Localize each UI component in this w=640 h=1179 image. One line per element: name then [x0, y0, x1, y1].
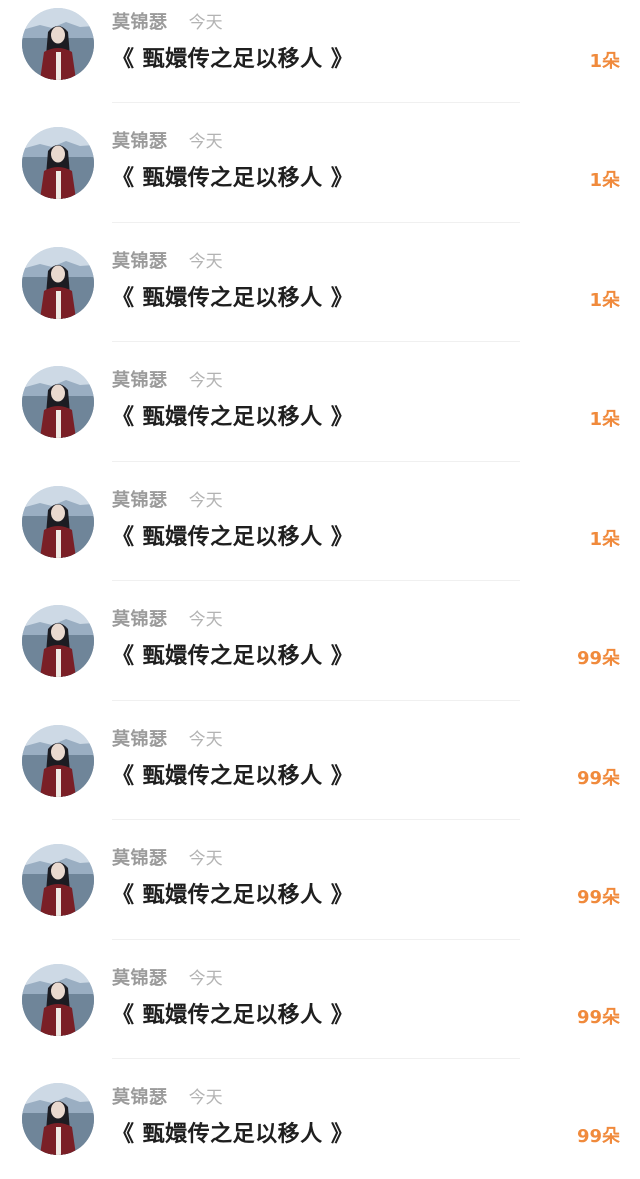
- list-item[interactable]: 莫锦瑟 今天 《 甄嬛传之足以移人 》 1朵: [0, 342, 640, 462]
- avatar-photo-icon: [22, 724, 94, 797]
- gift-count: 1朵: [589, 51, 620, 72]
- timestamp: 今天: [188, 13, 223, 33]
- item-meta: 莫锦瑟 今天: [112, 727, 223, 753]
- gift-count: 99朵: [576, 767, 620, 789]
- avatar-photo-icon: [22, 963, 94, 1036]
- book-title[interactable]: 《 甄嬛传之足以移人 》: [112, 283, 353, 315]
- user-avatar[interactable]: [22, 605, 94, 677]
- gift-count: 99朵: [576, 1006, 620, 1028]
- user-name[interactable]: 莫锦瑟: [112, 129, 168, 155]
- item-meta: 莫锦瑟 今天: [112, 10, 223, 36]
- list-item[interactable]: 莫锦瑟 今天 《 甄嬛传之足以移人 》 99朵: [0, 581, 640, 701]
- avatar-photo-icon: [22, 605, 94, 677]
- timestamp: 今天: [188, 729, 223, 750]
- list-item[interactable]: 莫锦瑟 今天 《 甄嬛传之足以移人 》 99朵: [0, 1059, 640, 1179]
- item-meta: 莫锦瑟 今天: [112, 368, 223, 394]
- list-item[interactable]: 莫锦瑟 今天 《 甄嬛传之足以移人 》 99朵: [0, 940, 640, 1059]
- timestamp: 今天: [188, 251, 223, 272]
- book-title[interactable]: 《 甄嬛传之足以移人 》: [112, 641, 353, 673]
- timestamp: 今天: [188, 1088, 223, 1108]
- user-avatar[interactable]: [22, 844, 94, 916]
- gift-count: 1朵: [589, 170, 620, 191]
- book-title[interactable]: 《 甄嬛传之足以移人 》: [112, 880, 353, 912]
- user-avatar[interactable]: [22, 724, 94, 797]
- timestamp: 今天: [188, 490, 223, 511]
- book-title[interactable]: 《 甄嬛传之足以移人 》: [112, 163, 353, 195]
- user-name[interactable]: 莫锦瑟: [112, 368, 168, 394]
- item-meta: 莫锦瑟 今天: [112, 249, 223, 275]
- gift-count: 1朵: [589, 409, 620, 430]
- user-avatar[interactable]: [22, 127, 94, 199]
- list-item[interactable]: 莫锦瑟 今天 《 甄嬛传之足以移人 》 1朵: [0, 103, 640, 223]
- avatar-photo-icon: [22, 246, 94, 319]
- avatar-photo-icon: [22, 366, 94, 438]
- book-title[interactable]: 《 甄嬛传之足以移人 》: [112, 44, 353, 76]
- item-meta: 莫锦瑟 今天: [112, 129, 223, 155]
- list-item[interactable]: 莫锦瑟 今天 《 甄嬛传之足以移人 》 1朵: [0, 0, 640, 103]
- item-meta: 莫锦瑟 今天: [112, 488, 223, 514]
- gift-count: 1朵: [589, 528, 620, 550]
- user-avatar[interactable]: [22, 366, 94, 438]
- gift-count: 1朵: [589, 289, 620, 311]
- user-avatar[interactable]: [22, 485, 94, 558]
- user-avatar[interactable]: [22, 8, 94, 80]
- user-name[interactable]: 莫锦瑟: [112, 846, 168, 872]
- book-title[interactable]: 《 甄嬛传之足以移人 》: [112, 761, 353, 793]
- user-name[interactable]: 莫锦瑟: [112, 966, 168, 992]
- user-name[interactable]: 莫锦瑟: [112, 727, 168, 753]
- gift-count: 99朵: [576, 887, 620, 908]
- book-title[interactable]: 《 甄嬛传之足以移人 》: [112, 1119, 353, 1151]
- user-avatar[interactable]: [22, 246, 94, 319]
- user-avatar[interactable]: [22, 1083, 94, 1155]
- avatar-photo-icon: [22, 127, 94, 199]
- avatar-photo-icon: [22, 844, 94, 916]
- item-meta: 莫锦瑟 今天: [112, 846, 223, 872]
- timestamp: 今天: [188, 371, 223, 391]
- avatar-photo-icon: [22, 485, 94, 558]
- list-item[interactable]: 莫锦瑟 今天 《 甄嬛传之足以移人 》 1朵: [0, 462, 640, 581]
- timestamp: 今天: [188, 968, 223, 989]
- user-name[interactable]: 莫锦瑟: [112, 10, 168, 36]
- list-item[interactable]: 莫锦瑟 今天 《 甄嬛传之足以移人 》 99朵: [0, 701, 640, 820]
- timestamp: 今天: [188, 849, 223, 869]
- list-item[interactable]: 莫锦瑟 今天 《 甄嬛传之足以移人 》 99朵: [0, 820, 640, 940]
- timestamp: 今天: [188, 610, 223, 630]
- timestamp: 今天: [188, 132, 223, 152]
- list-item[interactable]: 莫锦瑟 今天 《 甄嬛传之足以移人 》 1朵: [0, 223, 640, 342]
- gift-record-list: 莫锦瑟 今天 《 甄嬛传之足以移人 》 1朵 莫锦瑟 今天 《 甄嬛传之足以移人…: [0, 0, 640, 1164]
- avatar-photo-icon: [22, 1083, 94, 1155]
- gift-count: 99朵: [576, 648, 620, 669]
- item-meta: 莫锦瑟 今天: [112, 607, 223, 633]
- avatar-photo-icon: [22, 8, 94, 80]
- book-title[interactable]: 《 甄嬛传之足以移人 》: [112, 1000, 353, 1032]
- user-name[interactable]: 莫锦瑟: [112, 488, 168, 514]
- user-name[interactable]: 莫锦瑟: [112, 1085, 168, 1111]
- user-avatar[interactable]: [22, 963, 94, 1036]
- book-title[interactable]: 《 甄嬛传之足以移人 》: [112, 402, 353, 434]
- book-title[interactable]: 《 甄嬛传之足以移人 》: [112, 522, 353, 554]
- item-meta: 莫锦瑟 今天: [112, 966, 223, 992]
- item-meta: 莫锦瑟 今天: [112, 1085, 223, 1111]
- gift-count: 99朵: [576, 1126, 620, 1147]
- user-name[interactable]: 莫锦瑟: [112, 607, 168, 633]
- user-name[interactable]: 莫锦瑟: [112, 249, 168, 275]
